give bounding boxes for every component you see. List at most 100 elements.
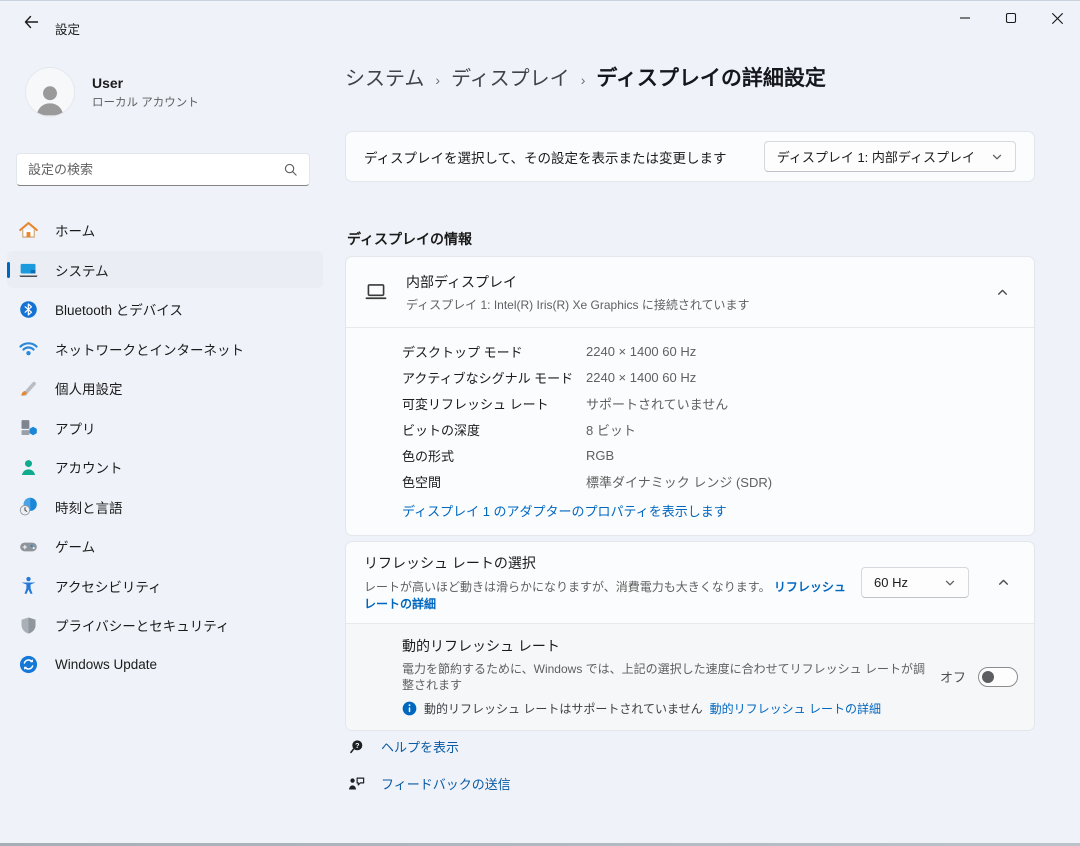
search-icon [283, 162, 298, 177]
sidebar-item-label: Bluetooth とデバイス [55, 299, 183, 319]
gamepad-icon [17, 535, 39, 557]
toggle-knob [982, 671, 994, 683]
display-connection-info: ディスプレイ 1: Intel(R) Iris(R) Xe Graphics に… [406, 296, 987, 313]
info-row-active-signal-mode: アクティブなシグナル モード 2240 × 1400 60 Hz [402, 364, 1016, 390]
back-button[interactable] [14, 10, 48, 34]
display-selector-dropdown[interactable]: ディスプレイ 1: 内部ディスプレイ [764, 141, 1016, 172]
breadcrumb-system[interactable]: システム [345, 62, 424, 91]
wifi-icon [17, 338, 39, 360]
apps-icon [17, 417, 39, 439]
sidebar-item-accessibility[interactable]: アクセシビリティ [7, 567, 323, 604]
info-row-bit-depth: ビットの深度 8 ビット [402, 416, 1016, 442]
monitor-icon [363, 279, 389, 305]
breadcrumb-display[interactable]: ディスプレイ [451, 62, 570, 91]
user-name: User [92, 75, 199, 91]
dynamic-refresh-status: 動的リフレッシュ レートはサポートされていません 動的リフレッシュ レートの詳細 [402, 700, 928, 717]
display-info-header-texts: 内部ディスプレイ ディスプレイ 1: Intel(R) Iris(R) Xe G… [406, 272, 987, 313]
sidebar-item-label: ゲーム [55, 536, 95, 556]
settings-window: { "window": { "title": "設定", "controls":… [0, 0, 1080, 846]
dynamic-refresh-description: 電力を節約するために、Windows では、上記の選択した速度に合わせてリフレッ… [402, 661, 928, 693]
refresh-rate-controls: 60 Hz [861, 567, 1018, 598]
dynamic-refresh-toggle[interactable] [978, 667, 1018, 687]
collapse-refresh-button[interactable] [988, 568, 1018, 598]
display-info-header[interactable]: 内部ディスプレイ ディスプレイ 1: Intel(R) Iris(R) Xe G… [346, 257, 1034, 327]
info-row-desktop-mode: デスクトップ モード 2240 × 1400 60 Hz [402, 338, 1016, 364]
send-feedback-link[interactable]: フィードバックの送信 [347, 770, 511, 796]
display-selector-value: ディスプレイ 1: 内部ディスプレイ [777, 147, 975, 166]
main-content: システム › ディスプレイ › ディスプレイの詳細設定 ディスプレイを選択して、… [345, 41, 1035, 846]
chevron-down-icon [944, 577, 956, 589]
bluetooth-icon [17, 298, 39, 320]
dynamic-refresh-details-link[interactable]: 動的リフレッシュ レートの詳細 [710, 700, 881, 717]
display-selector-label: ディスプレイを選択して、その設定を表示または変更します [364, 147, 726, 167]
dynamic-refresh-texts: 動的リフレッシュ レート 電力を節約するために、Windows では、上記の選択… [402, 636, 940, 717]
window-controls [942, 1, 1080, 35]
adapter-properties-link[interactable]: ディスプレイ 1 のアダプターのプロパティを表示します [402, 501, 727, 520]
settings-search[interactable] [16, 153, 310, 186]
sidebar-item-home[interactable]: ホーム [7, 212, 323, 249]
person-icon [31, 80, 69, 116]
minimize-icon [959, 12, 971, 24]
sidebar-item-privacy-security[interactable]: プライバシーとセキュリティ [7, 607, 323, 644]
footer-links: ? ヘルプを表示 フィードバックの送信 [347, 733, 511, 807]
user-account-type: ローカル アカウント [92, 94, 199, 110]
time-language-icon [17, 496, 39, 518]
sidebar-item-label: システム [55, 260, 109, 280]
search-input[interactable] [28, 162, 283, 177]
info-row-color-space: 色空間 標準ダイナミック レンジ (SDR) [402, 468, 1016, 494]
sidebar-item-label: ネットワークとインターネット [55, 339, 244, 359]
brush-icon [17, 377, 39, 399]
dynamic-refresh-toggle-group: オフ [940, 667, 1018, 687]
maximize-icon [1005, 12, 1017, 24]
maximize-button[interactable] [988, 1, 1034, 35]
windows-update-icon [17, 654, 39, 676]
breadcrumb-separator: › [435, 72, 440, 88]
help-icon: ? [347, 737, 366, 756]
info-icon [402, 701, 417, 716]
refresh-rate-dropdown[interactable]: 60 Hz [861, 567, 969, 598]
shield-icon [17, 614, 39, 636]
sidebar-item-windows-update[interactable]: Windows Update [7, 646, 323, 683]
refresh-rate-description: レートが高いほど動きは滑らかになりますが、消費電力も大きくなります。 リフレッシ… [364, 578, 847, 612]
system-icon [17, 259, 39, 281]
show-help-link[interactable]: ? ヘルプを表示 [347, 733, 511, 759]
dynamic-refresh-row: 動的リフレッシュ レート 電力を節約するために、Windows では、上記の選択… [346, 624, 1034, 730]
display-info-card: 内部ディスプレイ ディスプレイ 1: Intel(R) Iris(R) Xe G… [345, 256, 1035, 536]
chevron-up-icon [997, 576, 1010, 589]
back-arrow-icon [23, 14, 39, 30]
chevron-down-icon [991, 151, 1003, 163]
user-profile[interactable]: User ローカル アカウント [25, 67, 199, 117]
sidebar-item-label: アプリ [55, 418, 96, 438]
close-button[interactable] [1034, 1, 1080, 35]
titlebar: 設定 [0, 1, 1080, 41]
refresh-rate-card: リフレッシュ レートの選択 レートが高いほど動きは滑らかになりますが、消費電力も… [345, 541, 1035, 731]
sidebar-item-apps[interactable]: アプリ [7, 409, 323, 446]
minimize-button[interactable] [942, 1, 988, 35]
sidebar-item-label: Windows Update [55, 657, 157, 672]
display-info-rows: デスクトップ モード 2240 × 1400 60 Hz アクティブなシグナル … [346, 328, 1034, 494]
display-info-section-title: ディスプレイの情報 [347, 229, 472, 249]
dynamic-refresh-title: 動的リフレッシュ レート [402, 636, 928, 656]
refresh-rate-header: リフレッシュ レートの選択 レートが高いほど動きは滑らかになりますが、消費電力も… [346, 542, 1034, 623]
sidebar-nav: ホーム システム Bluetooth とデバイス ネットワークとインターネット … [7, 209, 323, 686]
accessibility-icon [17, 575, 39, 597]
refresh-rate-texts: リフレッシュ レートの選択 レートが高いほど動きは滑らかになりますが、消費電力も… [364, 553, 861, 612]
sidebar-item-label: アクセシビリティ [55, 576, 162, 596]
window-title: 設定 [55, 19, 80, 38]
sidebar-item-label: 個人用設定 [55, 378, 123, 398]
sidebar-item-bluetooth-devices[interactable]: Bluetooth とデバイス [7, 291, 323, 328]
sidebar-item-personalization[interactable]: 個人用設定 [7, 370, 323, 407]
sidebar-item-accounts[interactable]: アカウント [7, 449, 323, 486]
breadcrumb-separator: › [581, 72, 586, 88]
collapse-info-button[interactable] [987, 277, 1017, 307]
sidebar-item-label: 時刻と言語 [55, 497, 123, 517]
sidebar-item-network-internet[interactable]: ネットワークとインターネット [7, 330, 323, 367]
svg-text:?: ? [355, 741, 359, 749]
sidebar-item-time-language[interactable]: 時刻と言語 [7, 488, 323, 525]
avatar [25, 67, 75, 117]
feedback-icon [347, 774, 366, 793]
dynamic-refresh-status-text: 動的リフレッシュ レートはサポートされていません [424, 700, 703, 717]
display-name: 内部ディスプレイ [406, 272, 987, 292]
sidebar-item-system[interactable]: システム [7, 251, 323, 288]
sidebar-item-gaming[interactable]: ゲーム [7, 528, 323, 565]
